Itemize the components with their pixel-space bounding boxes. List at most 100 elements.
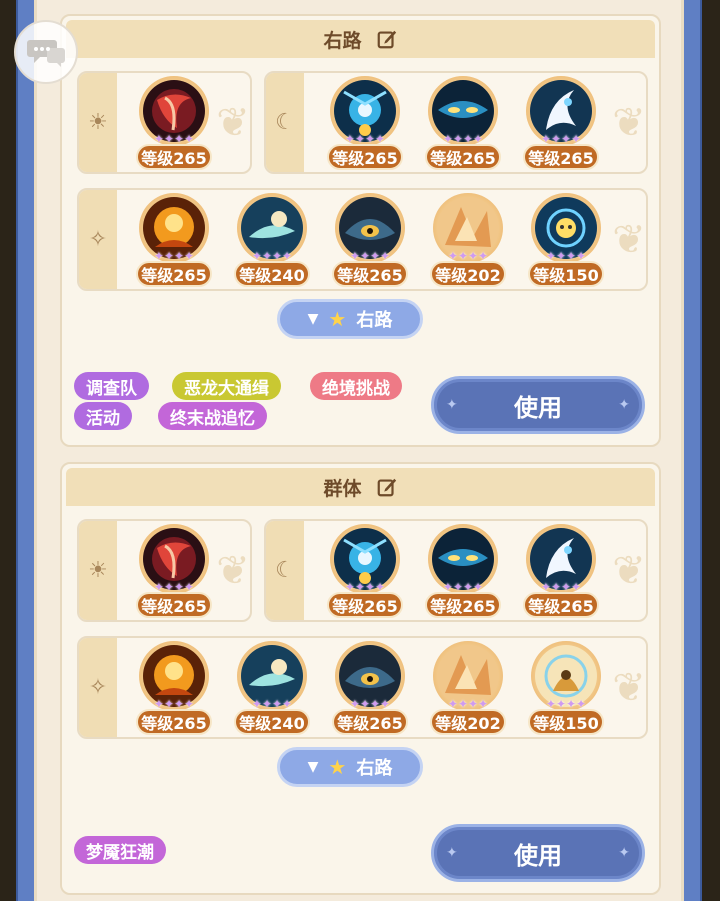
level-badge: 等级240	[234, 709, 310, 735]
sparkle-icon: ✦	[618, 397, 630, 413]
use-button[interactable]: ✦ 使用 ✦	[431, 824, 645, 882]
moon-slot-group: ☾ ❦ ✦✦✦✦ 等级265 ✦✦✦✦ 等级265 ✦✦✦✦ 等级265	[264, 71, 648, 174]
star-rating: ✦✦✦✦	[442, 132, 484, 146]
team-header: 群体	[66, 468, 655, 506]
hero-slot[interactable]: ✦✦✦✦ 等级265	[329, 191, 409, 289]
level-badge: 等级150	[528, 709, 604, 735]
ornament-icon: ❦	[612, 216, 646, 263]
tag-badge: 恶龙大通缉	[172, 372, 281, 400]
star-icon: ★	[328, 755, 347, 779]
tag-badge: 活动	[74, 402, 132, 430]
level-badge: 等级265	[136, 592, 212, 618]
hero-slot[interactable]: ✦✦✦✦ 等级265	[520, 74, 600, 172]
sun-icon: ☀	[79, 73, 117, 172]
team-header: 右路	[66, 20, 655, 58]
team-name: 群体	[323, 477, 362, 500]
sparkle-icon: ✦	[446, 845, 458, 861]
hero-slot[interactable]: ✦✦✦✦ 等级265	[133, 74, 213, 172]
sparkle-icon: ✧	[79, 190, 117, 289]
sun-slot-group: ☀ ❦ ✦✦✦✦ 等级265	[77, 519, 252, 622]
moon-slot-group: ☾ ❦ ✦✦✦✦ 等级265 ✦✦✦✦ 等级265 ✦✦✦✦ 等级265	[264, 519, 648, 622]
level-badge: 等级265	[136, 144, 212, 170]
star-rating: ✦✦✦✦	[545, 249, 587, 263]
use-button[interactable]: ✦ 使用 ✦	[431, 376, 645, 434]
route-label: 右路	[356, 758, 393, 779]
level-badge: 等级265	[425, 592, 501, 618]
star-rating: ✦✦✦✦	[153, 580, 195, 594]
sparkle-icon: ✦	[618, 845, 630, 861]
sun-icon: ☀	[79, 521, 117, 620]
star-rating: ✦✦✦✦	[540, 580, 582, 594]
moon-icon: ☾	[266, 521, 304, 620]
star-rating: ✦✦✦✦	[344, 132, 386, 146]
use-button-label: 使用	[514, 393, 562, 422]
hero-slot[interactable]: ✦✦✦✦ 等级265	[329, 639, 409, 737]
hero-slot[interactable]: ✦✦✦✦ 等级265	[133, 191, 213, 289]
chat-button[interactable]	[14, 20, 78, 84]
hero-slot[interactable]: ✦✦✦✦ 等级265	[133, 639, 213, 737]
sparkle-icon: ✦	[446, 397, 458, 413]
star-rating: ✦✦✦✦	[447, 249, 489, 263]
team-name: 右路	[323, 29, 362, 52]
level-badge: 等级265	[332, 261, 408, 287]
sparkle-icon: ✧	[79, 638, 117, 737]
tag-badge: 绝境挑战	[310, 372, 402, 400]
tag-badge: 终末战追忆	[158, 402, 267, 430]
level-badge: 等级265	[136, 709, 212, 735]
use-button-label: 使用	[514, 841, 562, 870]
star-rating: ✦✦✦✦	[153, 249, 195, 263]
hero-slot[interactable]: ✦✦✦✦ 等级265	[422, 74, 502, 172]
star-rating: ✦✦✦✦	[153, 132, 195, 146]
level-badge: 等级265	[523, 592, 599, 618]
ornament-icon: ❦	[216, 99, 250, 146]
ornament-icon: ❦	[612, 99, 646, 146]
triangle-down-icon: ▼	[307, 759, 319, 775]
sun-slot-group: ☀ ❦ ✦✦✦✦ 等级265	[77, 71, 252, 174]
hero-slot[interactable]: ✦✦✦✦ 等级202	[427, 191, 507, 289]
star-rating: ✦✦✦✦	[349, 697, 391, 711]
hero-slot[interactable]: ✦✦✦✦ 等级265	[422, 522, 502, 620]
sparkle-slot-group: ✧ ❦ ✦✦✦✦ 等级265 ✦✦✦✦ 等级240 ✦✦✦✦ 等级265 ✦✦✦…	[77, 636, 648, 739]
level-badge: 等级265	[332, 709, 408, 735]
star-rating: ✦✦✦✦	[442, 580, 484, 594]
tag-badge: 梦魇狂潮	[74, 836, 166, 864]
hero-slot[interactable]: ✦✦✦✦ 等级202	[427, 639, 507, 737]
hero-slot[interactable]: ✦✦✦✦ 等级150	[525, 191, 605, 289]
ornament-icon: ❦	[216, 547, 250, 594]
route-selector-button[interactable]: ▼ ★ 右路	[277, 747, 423, 787]
route-selector-button[interactable]: ▼ ★ 右路	[277, 299, 423, 339]
hero-slot[interactable]: ✦✦✦✦ 等级240	[231, 191, 311, 289]
level-badge: 等级202	[430, 261, 506, 287]
hero-slot[interactable]: ✦✦✦✦ 等级265	[133, 522, 213, 620]
level-badge: 等级202	[430, 709, 506, 735]
star-rating: ✦✦✦✦	[447, 697, 489, 711]
star-rating: ✦✦✦✦	[344, 580, 386, 594]
level-badge: 等级265	[425, 144, 501, 170]
level-badge: 等级265	[136, 261, 212, 287]
hero-slot[interactable]: ✦✦✦✦ 等级265	[324, 74, 404, 172]
hero-slot[interactable]: ✦✦✦✦ 等级150	[525, 639, 605, 737]
edit-icon[interactable]	[376, 28, 398, 50]
star-rating: ✦✦✦✦	[251, 249, 293, 263]
hero-slot[interactable]: ✦✦✦✦ 等级240	[231, 639, 311, 737]
ornament-icon: ❦	[612, 664, 646, 711]
moon-icon: ☾	[266, 73, 304, 172]
level-badge: 等级265	[327, 592, 403, 618]
star-rating: ✦✦✦✦	[251, 697, 293, 711]
star-rating: ✦✦✦✦	[540, 132, 582, 146]
star-rating: ✦✦✦✦	[545, 697, 587, 711]
ornament-icon: ❦	[612, 547, 646, 594]
triangle-down-icon: ▼	[307, 311, 319, 327]
star-rating: ✦✦✦✦	[349, 249, 391, 263]
hero-slot[interactable]: ✦✦✦✦ 等级265	[520, 522, 600, 620]
team-card-2: 群体 ☀ ❦ ✦✦✦✦ 等级265 ☾ ❦ ✦✦✦✦ 等级265 ✦✦✦✦ 等级…	[60, 462, 661, 895]
level-badge: 等级265	[523, 144, 599, 170]
team-card-1: 右路 ☀ ❦ ✦✦✦✦ 等级265 ☾ ❦ ✦✦✦✦ 等级265 ✦✦✦✦ 等级…	[60, 14, 661, 447]
hero-slot[interactable]: ✦✦✦✦ 等级265	[324, 522, 404, 620]
star-rating: ✦✦✦✦	[153, 697, 195, 711]
sparkle-slot-group: ✧ ❦ ✦✦✦✦ 等级265 ✦✦✦✦ 等级240 ✦✦✦✦ 等级265 ✦✦✦…	[77, 188, 648, 291]
edit-icon[interactable]	[376, 476, 398, 498]
level-badge: 等级265	[327, 144, 403, 170]
route-label: 右路	[356, 310, 393, 331]
level-badge: 等级240	[234, 261, 310, 287]
